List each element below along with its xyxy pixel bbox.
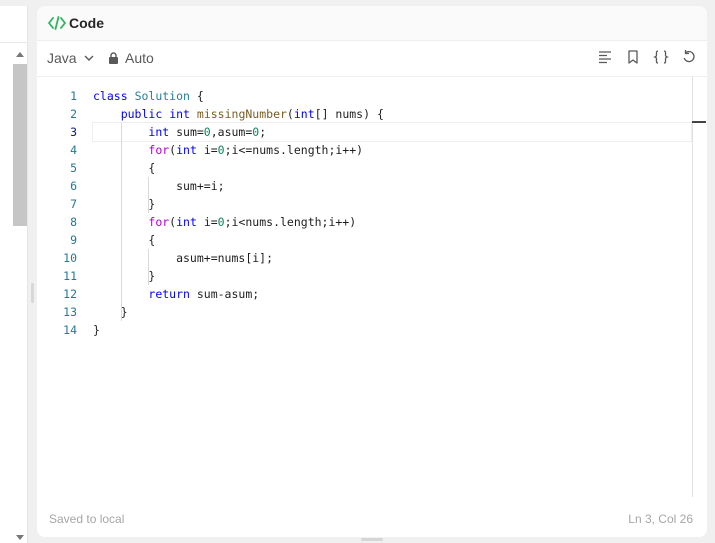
line-number: 10 bbox=[63, 251, 77, 265]
code-line[interactable]: class Solution { bbox=[93, 87, 691, 105]
line-number: 14 bbox=[63, 323, 77, 337]
bookmark-icon[interactable] bbox=[625, 49, 641, 65]
code-line[interactable]: { bbox=[93, 159, 691, 177]
toolbar-icons bbox=[597, 49, 697, 65]
braces-icon[interactable] bbox=[653, 49, 669, 65]
line-number: 9 bbox=[70, 233, 77, 247]
divider bbox=[0, 42, 27, 43]
indent-guide bbox=[120, 123, 122, 321]
cursor-position: Ln 3, Col 26 bbox=[628, 512, 693, 526]
code-icon bbox=[48, 16, 66, 30]
code-line[interactable]: } bbox=[93, 303, 691, 321]
line-number: 11 bbox=[63, 269, 77, 283]
line-number: 8 bbox=[70, 215, 77, 229]
panel-resize-handle[interactable] bbox=[31, 283, 34, 303]
format-icon[interactable] bbox=[597, 49, 613, 65]
scroll-up-arrow-icon[interactable] bbox=[16, 52, 24, 57]
line-number: 13 bbox=[63, 305, 77, 319]
code-area[interactable]: class Solution { public int missingNumbe… bbox=[92, 87, 692, 339]
line-number: 12 bbox=[63, 287, 77, 301]
language-select[interactable]: Java bbox=[47, 50, 95, 66]
editor-toolbar: Java Auto bbox=[37, 41, 707, 75]
code-panel: Code Java Auto 1 2 3 4 5 6 7 8 9 10 11 1… bbox=[37, 6, 707, 537]
lock-icon bbox=[109, 52, 118, 64]
scrollbar-thumb[interactable] bbox=[13, 64, 27, 226]
scroll-down-arrow-icon[interactable] bbox=[16, 535, 24, 540]
code-editor[interactable]: 1 2 3 4 5 6 7 8 9 10 11 12 13 14 class Solution { pub… bbox=[37, 76, 707, 505]
indent-guide bbox=[148, 249, 150, 285]
editor-scrollbar[interactable] bbox=[692, 77, 693, 497]
line-number: 2 bbox=[70, 107, 77, 121]
left-panel bbox=[0, 6, 28, 543]
code-line[interactable]: asum+=nums[i]; bbox=[93, 249, 691, 267]
code-line[interactable]: return sum-asum; bbox=[93, 285, 691, 303]
left-scrollbar[interactable] bbox=[13, 50, 27, 540]
mode-label: Auto bbox=[125, 50, 154, 66]
line-number: 5 bbox=[70, 161, 77, 175]
editor-footer: Saved to local Ln 3, Col 26 bbox=[37, 504, 707, 537]
reset-icon[interactable] bbox=[681, 49, 697, 65]
code-line[interactable]: } bbox=[93, 195, 691, 213]
line-number: 1 bbox=[70, 89, 77, 103]
indent-guide bbox=[148, 177, 150, 213]
line-number-gutter: 1 2 3 4 5 6 7 8 9 10 11 12 13 14 bbox=[37, 87, 77, 339]
code-line[interactable]: for(int i=0;i<=nums.length;i++) bbox=[93, 141, 691, 159]
line-number: 7 bbox=[70, 197, 77, 211]
language-label: Java bbox=[47, 50, 77, 66]
code-line[interactable]: } bbox=[93, 267, 691, 285]
code-line[interactable]: { bbox=[93, 231, 691, 249]
code-line[interactable]: sum+=i; bbox=[93, 177, 691, 195]
code-line[interactable]: for(int i=0;i<nums.length;i++) bbox=[93, 213, 691, 231]
panel-bottom-resize-handle[interactable] bbox=[361, 538, 383, 541]
code-line[interactable]: int sum=0,asum=0; bbox=[92, 122, 692, 142]
chevron-down-icon bbox=[84, 55, 94, 61]
cursor-position-marker bbox=[692, 121, 706, 123]
code-line[interactable]: public int missingNumber(int[] nums) { bbox=[93, 105, 691, 123]
panel-header: Code bbox=[37, 6, 707, 41]
auto-mode[interactable]: Auto bbox=[108, 50, 154, 66]
line-number: 6 bbox=[70, 179, 77, 193]
panel-title: Code bbox=[69, 15, 104, 31]
line-number: 3 bbox=[70, 125, 77, 139]
line-number: 4 bbox=[70, 143, 77, 157]
save-status: Saved to local bbox=[49, 512, 125, 526]
code-line[interactable]: } bbox=[93, 321, 691, 339]
